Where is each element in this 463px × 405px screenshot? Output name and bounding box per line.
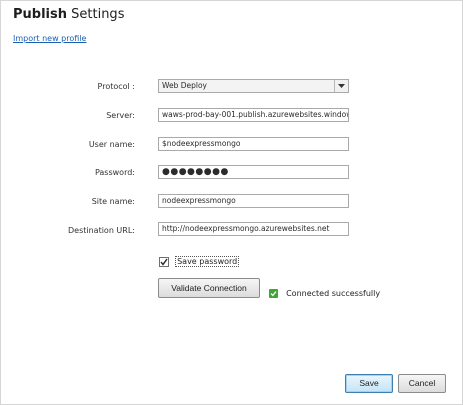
dialog-title: Publish Settings [13,7,124,22]
dropdown-arrow-button[interactable] [334,80,348,92]
protocol-select-value: Web Deploy [162,81,207,90]
password-label: Password: [94,168,135,177]
destination-url-label: Destination URL: [67,226,135,235]
connection-status-text: Connected successfully [286,289,381,298]
dialog-title-rest: Settings [71,7,125,22]
publish-settings-dialog: Publish Settings Import new profile Prot… [0,0,463,405]
chevron-down-icon [338,84,345,88]
server-input[interactable]: waws-prod-bay-001.publish.azurewebsites.… [158,108,349,122]
protocol-label: Protocol : [97,82,135,91]
dialog-title-strong: Publish [13,7,67,22]
site-name-input[interactable]: nodeexpressmongo [158,194,349,208]
save-button[interactable]: Save [345,374,393,393]
checkmark-icon [160,258,168,266]
success-check-icon [269,289,278,298]
save-password-row[interactable]: Save password [159,251,240,267]
site-name-label: Site name: [91,197,135,206]
validate-connection-button[interactable]: Validate Connection [158,278,260,298]
import-profile-link[interactable]: Import new profile [13,34,86,43]
connection-status: Connected successfully [269,283,380,302]
success-check-background [269,289,278,298]
user-name-input[interactable]: $nodeexpressmongo [158,137,349,151]
server-label: Server: [106,111,135,120]
save-password-checkbox[interactable] [159,256,169,267]
password-input[interactable]: ●●●●●●●● [158,165,349,179]
save-password-label[interactable]: Save password [175,256,240,267]
user-name-label: User name: [88,140,135,149]
cancel-button[interactable]: Cancel [398,374,446,393]
protocol-select[interactable]: Web Deploy [158,79,349,93]
destination-url-input[interactable]: http://nodeexpressmongo.azurewebsites.ne… [158,222,349,236]
